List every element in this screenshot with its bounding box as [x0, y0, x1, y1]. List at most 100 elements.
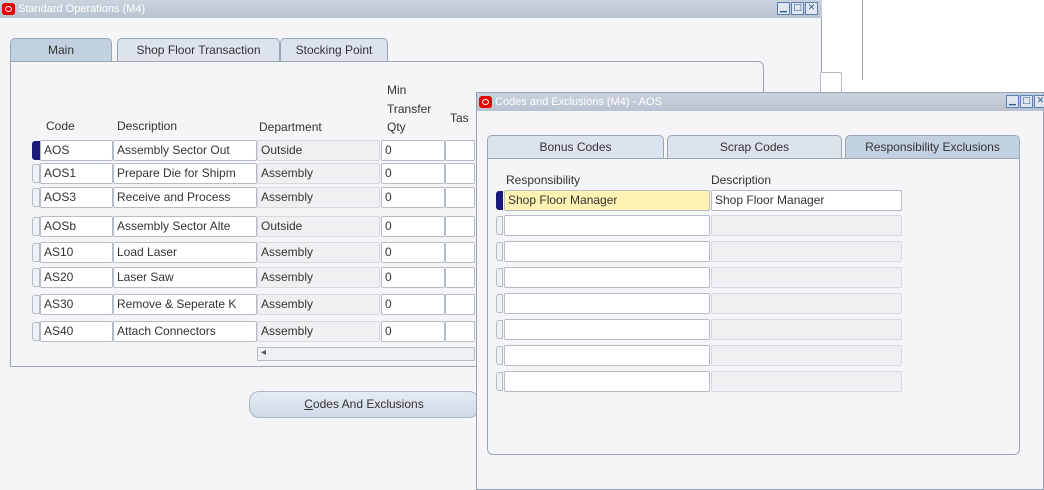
close-icon[interactable]: ✕ [805, 2, 818, 15]
task-cell[interactable] [445, 163, 475, 184]
record-indicator[interactable] [496, 216, 503, 235]
qty-cell[interactable]: 0 [381, 216, 445, 237]
qty-cell[interactable]: 0 [381, 294, 445, 315]
code-cell[interactable]: AS40 [40, 321, 113, 342]
task-cell[interactable] [445, 294, 475, 315]
record-indicator[interactable] [496, 294, 503, 313]
minimize-icon[interactable]: ▁ [777, 2, 790, 15]
qty-cell[interactable]: 0 [381, 321, 445, 342]
code-cell[interactable]: AOS [40, 140, 113, 161]
description-cell[interactable] [711, 371, 902, 392]
responsibility-cell[interactable] [504, 319, 710, 340]
qty-cell[interactable]: 0 [381, 242, 445, 263]
department-cell[interactable]: Outside [257, 140, 380, 161]
record-indicator[interactable] [32, 188, 40, 207]
task-cell[interactable] [445, 242, 475, 263]
task-cell[interactable] [445, 187, 475, 208]
department-cell[interactable]: Assembly [257, 187, 380, 208]
column-header-responsibility: Responsibility [506, 173, 581, 187]
record-indicator[interactable] [496, 320, 503, 339]
horizontal-scrollbar[interactable]: ◂ [257, 347, 475, 361]
department-cell[interactable]: Outside [257, 216, 380, 237]
responsibility-cell[interactable] [504, 241, 710, 262]
code-cell[interactable]: AS30 [40, 294, 113, 315]
code-cell[interactable]: AOS3 [40, 187, 113, 208]
description-cell[interactable] [711, 345, 902, 366]
record-indicator[interactable] [496, 372, 503, 391]
code-cell[interactable]: AOSb [40, 216, 113, 237]
column-header-qty: Qty [387, 120, 406, 134]
description-cell[interactable] [711, 267, 902, 288]
main-window-title: Standard Operations (M4) [18, 3, 146, 15]
column-header-transfer: Transfer [387, 102, 432, 116]
tab-stocking-point[interactable]: Stocking Point [280, 38, 388, 62]
codes-and-exclusions-button[interactable]: Codes And Exclusions [249, 391, 479, 418]
scroll-left-icon[interactable]: ◂ [261, 347, 266, 358]
description-cell[interactable] [711, 293, 902, 314]
responsibility-cell[interactable] [504, 267, 710, 288]
responsibility-cell[interactable] [504, 345, 710, 366]
responsibility-cell[interactable] [504, 371, 710, 392]
record-indicator[interactable] [32, 217, 40, 236]
code-cell[interactable]: AS10 [40, 242, 113, 263]
main-window-titlebar[interactable]: Standard Operations (M4) [0, 0, 822, 18]
description-cell[interactable]: Receive and Process [113, 187, 257, 208]
record-indicator[interactable] [496, 242, 503, 261]
code-cell[interactable]: AOS1 [40, 163, 113, 184]
tab-scrap-codes[interactable]: Scrap Codes [667, 135, 842, 159]
column-header-code: Code [46, 119, 75, 133]
tab-shop-floor-transaction[interactable]: Shop Floor Transaction [117, 38, 280, 62]
responsibility-cell[interactable] [504, 293, 710, 314]
oracle-logo-icon [2, 3, 15, 15]
minimize-icon[interactable]: ▁ [1006, 95, 1019, 108]
description-cell[interactable]: Remove & Seperate K [113, 294, 257, 315]
record-indicator[interactable] [32, 295, 40, 314]
responsibility-cell[interactable]: Shop Floor Manager [504, 190, 710, 211]
department-cell[interactable]: Assembly [257, 242, 380, 263]
record-indicator[interactable] [496, 346, 503, 365]
qty-cell[interactable]: 0 [381, 187, 445, 208]
description-cell[interactable]: Prepare Die for Shipm [113, 163, 257, 184]
description-cell[interactable]: Assembly Sector Alte [113, 216, 257, 237]
description-cell[interactable] [711, 241, 902, 262]
record-indicator[interactable] [32, 268, 40, 287]
dialog-title: Codes and Exclusions (M4) - AOS [495, 96, 662, 108]
description-cell[interactable]: Attach Connectors [113, 321, 257, 342]
task-cell[interactable] [445, 216, 475, 237]
codes-and-exclusions-dialog: Codes and Exclusions (M4) - AOS ▁ □ ✕ Bo… [476, 92, 1044, 490]
record-indicator[interactable] [32, 164, 40, 183]
description-cell[interactable]: Laser Saw [113, 267, 257, 288]
description-cell[interactable] [711, 215, 902, 236]
record-indicator[interactable] [32, 141, 40, 160]
tab-bonus-codes[interactable]: Bonus Codes [487, 135, 664, 159]
close-icon[interactable]: ✕ [1034, 95, 1044, 108]
qty-cell[interactable]: 0 [381, 140, 445, 161]
dialog-window-controls: ▁ □ ✕ [1006, 95, 1044, 108]
description-cell[interactable]: Assembly Sector Out [113, 140, 257, 161]
task-cell[interactable] [445, 321, 475, 342]
qty-cell[interactable]: 0 [381, 163, 445, 184]
description-cell[interactable]: Load Laser [113, 242, 257, 263]
record-indicator[interactable] [32, 243, 40, 262]
code-cell[interactable]: AS20 [40, 267, 113, 288]
task-cell[interactable] [445, 140, 475, 161]
record-indicator[interactable] [496, 191, 503, 210]
department-cell[interactable]: Assembly [257, 321, 380, 342]
record-indicator[interactable] [496, 268, 503, 287]
task-cell[interactable] [445, 267, 475, 288]
responsibility-cell[interactable] [504, 215, 710, 236]
maximize-icon[interactable]: □ [1020, 95, 1033, 108]
qty-cell[interactable]: 0 [381, 267, 445, 288]
department-cell[interactable]: Assembly [257, 294, 380, 315]
description-cell[interactable]: Shop Floor Manager [711, 190, 902, 211]
tab-responsibility-exclusions[interactable]: Responsibility Exclusions [845, 135, 1020, 159]
description-cell[interactable] [711, 319, 902, 340]
column-header-min: Min [387, 83, 407, 97]
tab-main[interactable]: Main [10, 38, 112, 62]
department-cell[interactable]: Assembly [257, 163, 380, 184]
dialog-titlebar[interactable]: Codes and Exclusions (M4) - AOS [477, 93, 1043, 111]
maximize-icon[interactable]: □ [791, 2, 804, 15]
record-indicator[interactable] [32, 322, 40, 341]
column-header-task: Tas [450, 111, 469, 125]
department-cell[interactable]: Assembly [257, 267, 380, 288]
